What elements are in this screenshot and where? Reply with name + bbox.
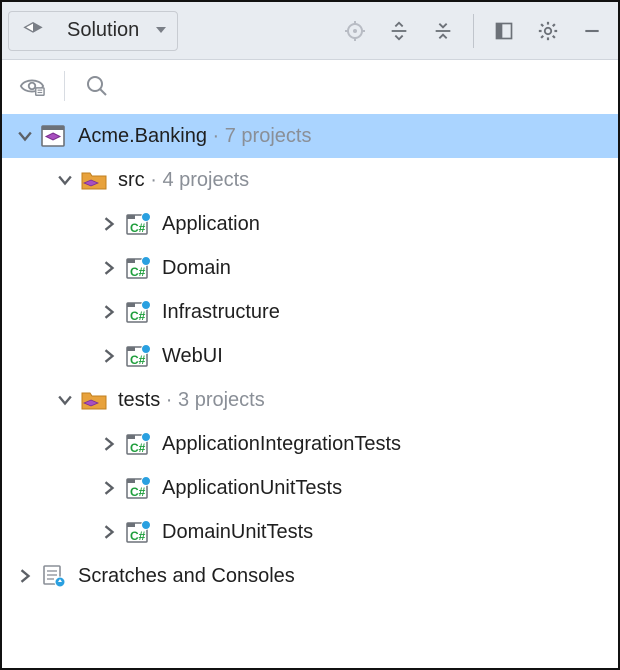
csharp-project-icon: C# bbox=[124, 476, 152, 500]
csharp-project-icon: C# bbox=[124, 300, 152, 324]
chevron-right-icon bbox=[98, 301, 120, 323]
chevron-down-icon bbox=[14, 125, 36, 147]
view-mode-label: Solution bbox=[67, 19, 139, 42]
dock-button[interactable] bbox=[484, 11, 524, 51]
tree-folder-tests[interactable]: tests · 3 projects bbox=[2, 378, 618, 422]
toolbar: Solution bbox=[2, 2, 618, 60]
chevron-right-icon bbox=[98, 213, 120, 235]
folder-project-count: 4 projects bbox=[162, 169, 249, 192]
preview-button[interactable] bbox=[12, 66, 52, 106]
toolbar-separator bbox=[473, 14, 474, 48]
chevron-down-icon bbox=[54, 169, 76, 191]
scratches-label: Scratches and Consoles bbox=[78, 565, 295, 588]
csharp-project-icon: C# bbox=[124, 212, 152, 236]
csharp-project-icon: C# bbox=[124, 520, 152, 544]
tree-project[interactable]: C# Application bbox=[2, 202, 618, 246]
csharp-project-icon: C# bbox=[124, 256, 152, 280]
sub-toolbar bbox=[2, 60, 618, 112]
chevron-right-icon bbox=[98, 477, 120, 499]
solution-folder-icon bbox=[80, 388, 108, 412]
svg-text:C#: C# bbox=[130, 485, 146, 499]
csharp-project-icon: C# bbox=[124, 344, 152, 368]
project-label: ApplicationIntegrationTests bbox=[162, 433, 401, 456]
project-label: DomainUnitTests bbox=[162, 521, 313, 544]
expand-all-button[interactable] bbox=[379, 11, 419, 51]
chevron-right-icon bbox=[98, 521, 120, 543]
folder-project-count: 3 projects bbox=[178, 389, 265, 412]
settings-button[interactable] bbox=[528, 11, 568, 51]
solution-project-count: 7 projects bbox=[225, 125, 312, 148]
view-mode-dropdown[interactable]: Solution bbox=[8, 11, 178, 51]
solution-tree[interactable]: Acme.Banking · 7 projects src · 4 projec… bbox=[2, 112, 618, 668]
svg-text:C#: C# bbox=[130, 441, 146, 455]
tree-project[interactable]: C# Domain bbox=[2, 246, 618, 290]
project-label: ApplicationUnitTests bbox=[162, 477, 342, 500]
tree-folder-src[interactable]: src · 4 projects bbox=[2, 158, 618, 202]
project-label: WebUI bbox=[162, 345, 223, 368]
search-button[interactable] bbox=[77, 66, 117, 106]
chevron-right-icon bbox=[98, 257, 120, 279]
csharp-project-icon: C# bbox=[124, 432, 152, 456]
chevron-down-icon bbox=[54, 389, 76, 411]
folder-label: tests bbox=[118, 389, 160, 412]
solution-explorer-panel: Solution bbox=[0, 0, 620, 670]
chevron-right-icon bbox=[98, 433, 120, 455]
target-button[interactable] bbox=[335, 11, 375, 51]
chevron-right-icon bbox=[14, 565, 36, 587]
svg-text:C#: C# bbox=[130, 353, 146, 367]
tree-project[interactable]: C# Infrastructure bbox=[2, 290, 618, 334]
project-label: Domain bbox=[162, 257, 231, 280]
svg-text:C#: C# bbox=[130, 265, 146, 279]
project-label: Application bbox=[162, 213, 260, 236]
tree-solution-root[interactable]: Acme.Banking · 7 projects bbox=[2, 114, 618, 158]
tree-scratches[interactable]: Scratches and Consoles bbox=[2, 554, 618, 598]
chevron-down-icon bbox=[155, 19, 167, 42]
solution-folder-icon bbox=[80, 168, 108, 192]
folder-label: src bbox=[118, 169, 145, 192]
solution-name: Acme.Banking bbox=[78, 125, 207, 148]
chevron-right-icon bbox=[98, 345, 120, 367]
tree-project[interactable]: C# WebUI bbox=[2, 334, 618, 378]
tree-project[interactable]: C# ApplicationIntegrationTests bbox=[2, 422, 618, 466]
subbar-separator bbox=[64, 71, 65, 101]
rider-solution-icon bbox=[19, 19, 47, 43]
svg-text:C#: C# bbox=[130, 309, 146, 323]
scratches-icon bbox=[40, 564, 68, 588]
solution-icon bbox=[40, 124, 68, 148]
tree-project[interactable]: C# DomainUnitTests bbox=[2, 510, 618, 554]
svg-text:C#: C# bbox=[130, 221, 146, 235]
collapse-all-button[interactable] bbox=[423, 11, 463, 51]
project-label: Infrastructure bbox=[162, 301, 280, 324]
svg-text:C#: C# bbox=[130, 529, 146, 543]
tree-project[interactable]: C# ApplicationUnitTests bbox=[2, 466, 618, 510]
minimize-button[interactable] bbox=[572, 11, 612, 51]
